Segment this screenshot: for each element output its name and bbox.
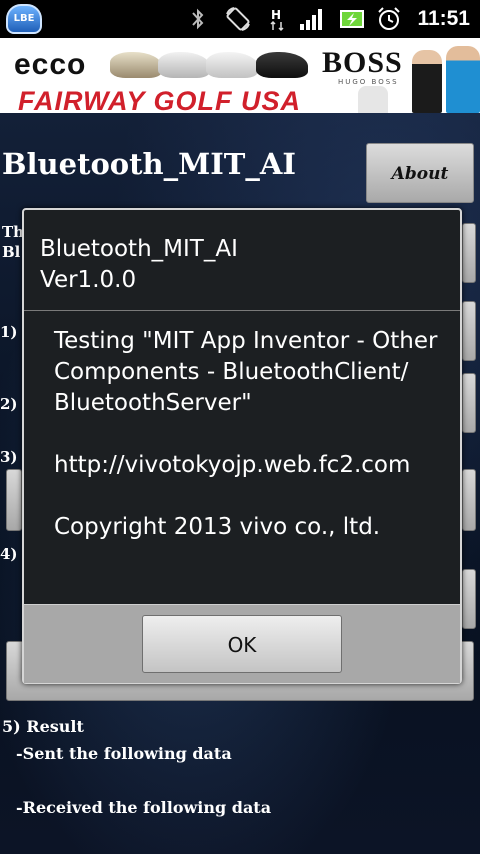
shoe-image [256,52,308,78]
screen-rotation-icon [226,7,250,31]
shoe-image [158,52,210,78]
step-label: 4) [0,545,18,563]
ad-banner[interactable]: ecco BOSS HUGO BOSS FAIRWAY GOLF USA [0,38,480,113]
model-photo [446,46,480,113]
step-label: 2) [0,395,18,413]
dialog-title: Bluetooth_MIT_AI Ver1.0.0 [40,236,238,293]
clock-time: 11:51 [417,7,470,30]
shoe-image [110,52,162,78]
step-button[interactable] [462,301,476,361]
received-data-label: -Received the following data [16,798,272,817]
model-photo [412,50,442,113]
ad-brand-sub: HUGO BOSS [338,78,399,86]
signal-icon [300,9,322,30]
step-button[interactable] [462,469,476,531]
step-button[interactable] [462,373,476,433]
description-line: Bl [2,243,21,261]
step-label: 3) [0,448,18,466]
shoe-image [206,52,258,78]
ad-brand-boss: BOSS [322,46,403,79]
step-button[interactable] [462,569,476,629]
lbe-badge-icon: LBE [6,4,42,34]
dialog-message: Testing "MIT App Inventor - Other Compon… [54,328,438,540]
description-line: Th [2,223,25,241]
battery-charging-icon [340,10,364,28]
about-button[interactable]: About [366,143,474,203]
step-label: 1) [0,323,18,341]
dialog-divider [24,310,460,311]
ok-button[interactable]: OK [142,615,342,673]
about-dialog: Bluetooth_MIT_AI Ver1.0.0 Testing "MIT A… [22,208,462,684]
hspa-icon: H [270,8,284,32]
svg-text:H: H [271,8,281,22]
ad-store-name: FAIRWAY GOLF USA [18,86,302,113]
step-button[interactable] [6,469,22,531]
app-title: Bluetooth_MIT_AI [2,147,296,181]
dialog-button-bar: OK [24,604,460,683]
result-section: 5) Result -Sent the following data -Rece… [2,713,271,821]
ad-brand-ecco: ecco [14,48,87,81]
bluetooth-icon [192,8,204,30]
result-heading: 5) Result [2,717,84,736]
alarm-clock-icon [378,7,400,30]
status-bar: LBE H 11:51 [0,0,480,38]
shirt-image [358,86,388,113]
step-button[interactable] [462,223,476,283]
sent-data-label: -Sent the following data [16,744,232,763]
